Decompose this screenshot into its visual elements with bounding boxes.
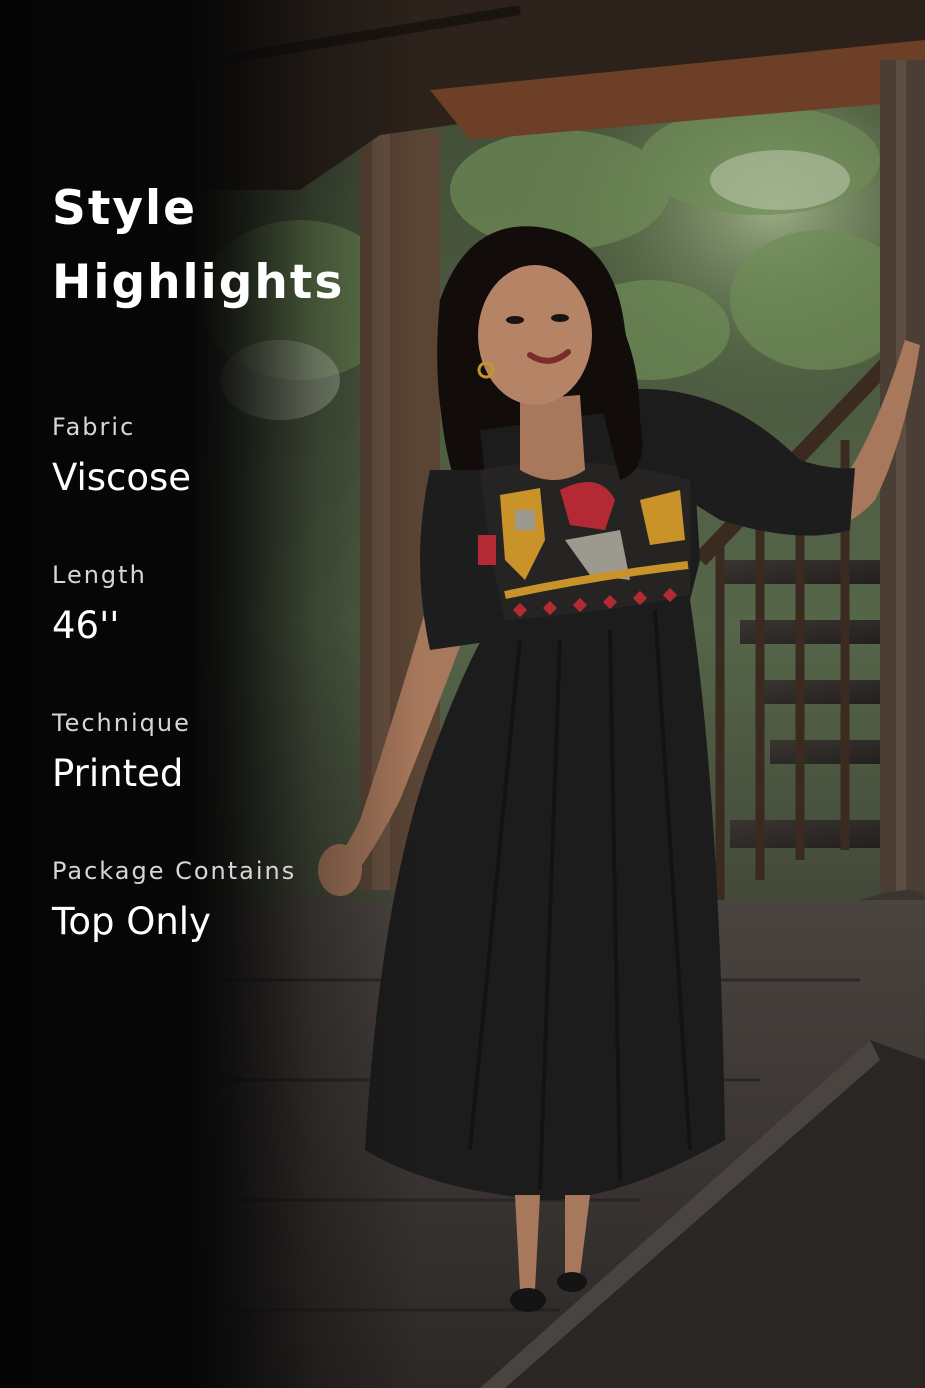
spec-fabric: Fabric Viscose [52,412,191,502]
title-line-2: Highlights [52,255,345,310]
spec-value: 46'' [52,604,120,647]
spec-value: Top Only [52,900,211,943]
spec-label: Package Contains [52,857,297,885]
page-title: Style Highlights [52,172,344,320]
spec-label: Technique [52,709,191,737]
spec-label: Fabric [52,413,136,441]
spec-label: Length [52,561,147,589]
spec-value: Viscose [52,456,192,499]
spec-value: Printed [52,752,184,795]
style-highlights-banner: Style Highlights Fabric Viscose Length 4… [0,0,925,1388]
title-line-1: Style [52,181,197,236]
spec-package-contains: Package Contains Top Only [52,856,296,946]
spec-technique: Technique Printed [52,708,191,798]
spec-length: Length 46'' [52,560,147,650]
